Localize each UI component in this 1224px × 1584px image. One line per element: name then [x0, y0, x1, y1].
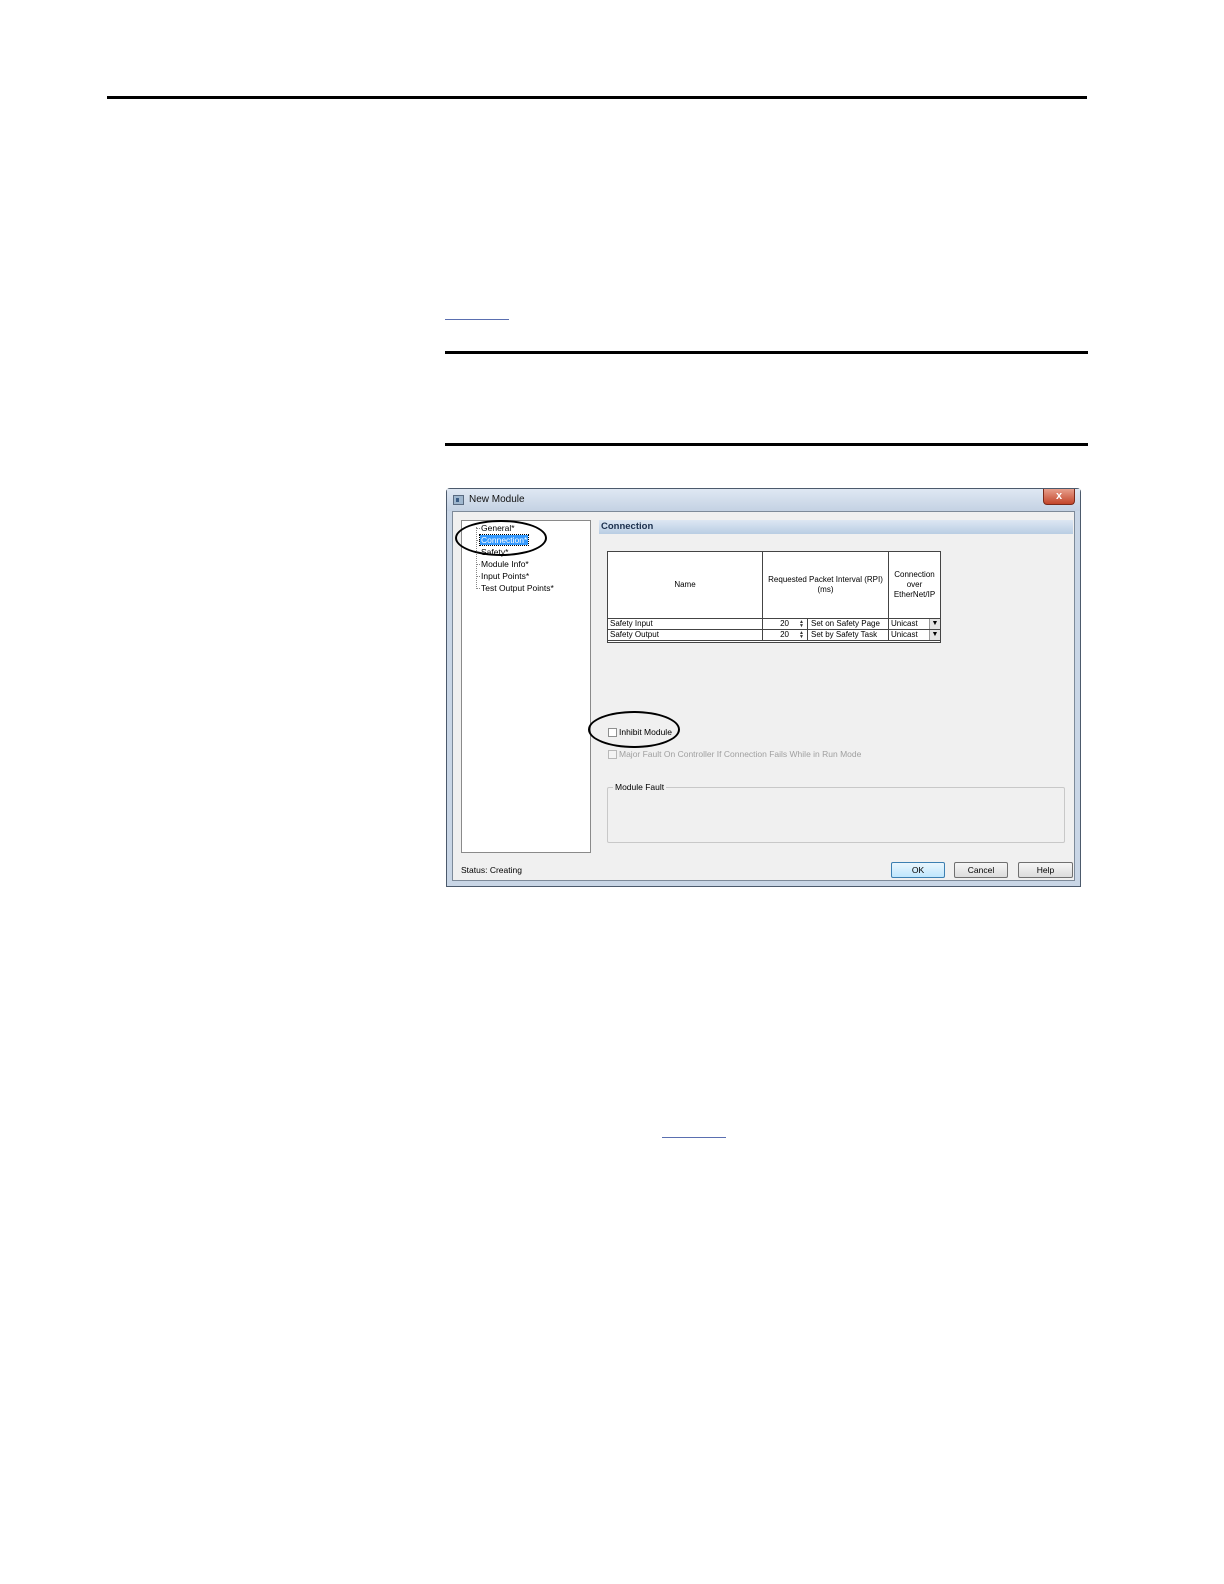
dialog-title: New Module: [469, 494, 525, 505]
major-fault-checkbox[interactable]: [608, 750, 617, 759]
column-header-connection: Connection over EtherNet/IP: [893, 570, 936, 599]
rpi-note: Set on Safety Page: [807, 619, 889, 630]
cross-reference-link[interactable]: [662, 1137, 726, 1138]
inhibit-highlight-ellipse: [588, 711, 680, 748]
rpi-value-field[interactable]: 20: [763, 630, 799, 641]
dialog-title-bar[interactable]: New Module x: [447, 489, 1080, 511]
cancel-button[interactable]: Cancel: [954, 862, 1008, 878]
spinner-arrows-icon[interactable]: ▲ ▼: [798, 631, 805, 640]
tree-item-test-output-points[interactable]: Test Output Points*: [476, 583, 555, 593]
rpi-note: Set by Safety Task: [807, 630, 889, 641]
table-row: Safety Output 20 ▲ ▼ Set by Safety Task U…: [608, 630, 940, 641]
module-app-icon: [453, 495, 464, 505]
close-button[interactable]: x: [1043, 489, 1075, 505]
spinner-arrows-icon[interactable]: ▲ ▼: [798, 620, 805, 629]
help-button[interactable]: Help: [1018, 862, 1073, 878]
connection-table: Name Requested Packet Interval (RPI) (ms…: [607, 551, 941, 643]
tree-item-module-info[interactable]: Module Info*: [476, 559, 530, 569]
new-module-dialog: New Module x General* Connection* Safety…: [446, 488, 1081, 887]
category-tree: General* Connection* Safety* Module Info…: [461, 520, 591, 853]
connection-type-select[interactable]: Unicast: [889, 630, 929, 641]
important-box-top-rule: [445, 351, 1088, 354]
important-box-bottom-rule: [445, 443, 1088, 446]
row-name: Safety Output: [608, 630, 763, 641]
page-header-rule: [107, 96, 1087, 99]
tree-item-input-points[interactable]: Input Points*: [475, 571, 530, 581]
status-text: Status: Creating: [461, 865, 522, 875]
connection-type-select[interactable]: Unicast: [889, 619, 929, 630]
ok-button[interactable]: OK: [891, 862, 945, 878]
dropdown-arrow-icon[interactable]: ▼: [929, 630, 940, 640]
cross-reference-link[interactable]: [445, 319, 509, 320]
module-fault-label: Module Fault: [613, 782, 667, 792]
module-fault-group: [607, 787, 1065, 843]
column-header-rpi: Requested Packet Interval (RPI) (ms): [763, 552, 889, 618]
section-header: Connection: [599, 520, 1073, 534]
column-header-name: Name: [608, 552, 763, 618]
major-fault-label: Major Fault On Controller If Connection …: [619, 749, 862, 759]
row-name: Safety Input: [608, 619, 763, 630]
dialog-client-area: General* Connection* Safety* Module Info…: [452, 511, 1075, 881]
table-row: Safety Input 20 ▲ ▼ Set on Safety Page Un…: [608, 619, 940, 630]
rpi-value-field[interactable]: 20: [763, 619, 799, 630]
dropdown-arrow-icon[interactable]: ▼: [929, 619, 940, 629]
connection-highlight-ellipse: [455, 520, 547, 556]
